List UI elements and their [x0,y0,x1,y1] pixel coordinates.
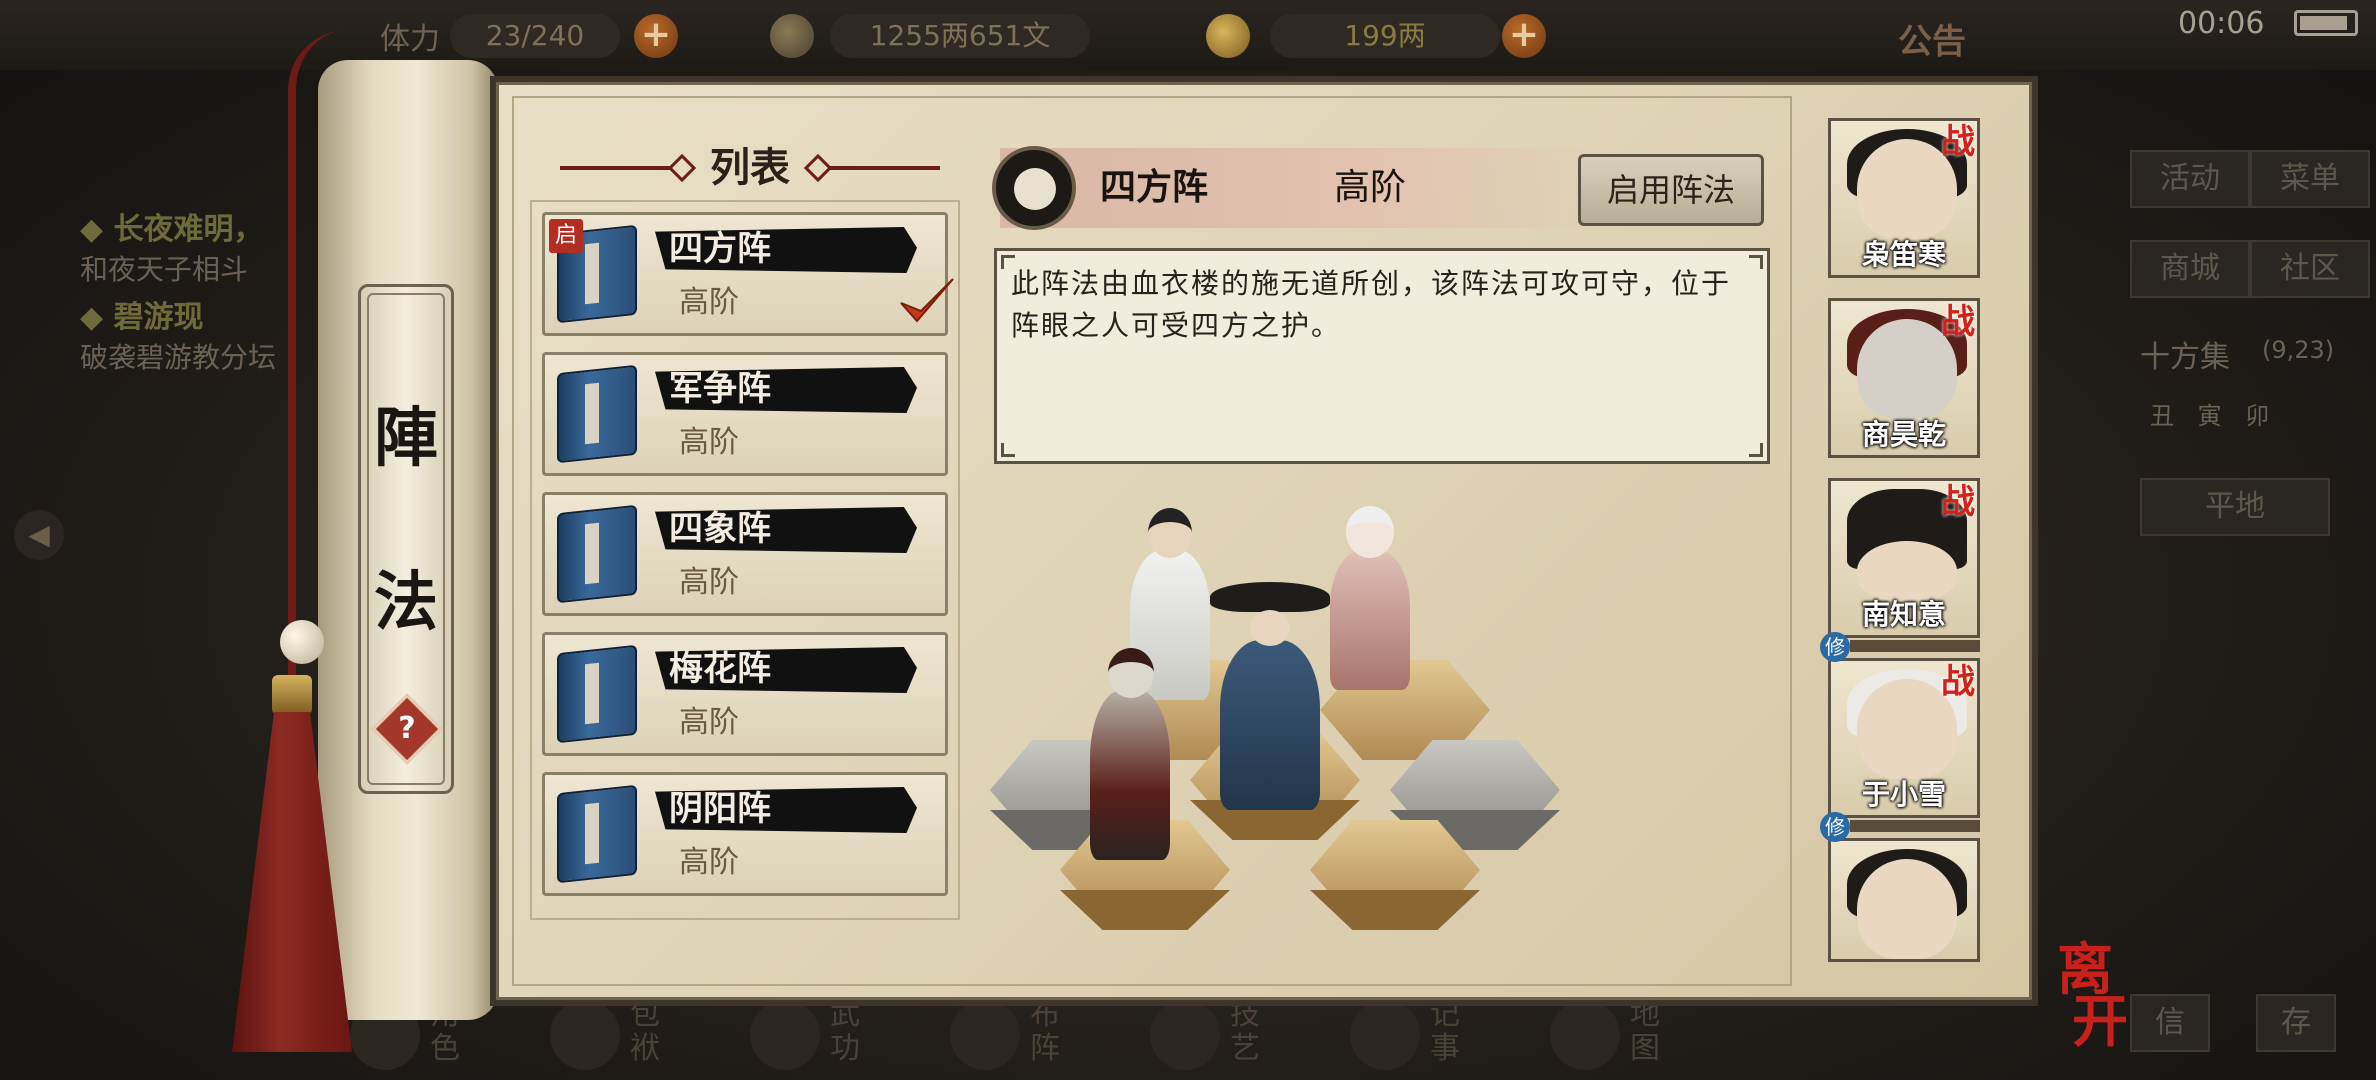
roster-name: 商昊乾 [1861,418,1946,451]
clock: 00:06 [2178,6,2265,41]
formation-name: 军争阵 [669,369,771,409]
money-value: 1255两651文 [830,14,1090,58]
formation-item-sixiang[interactable]: 四象阵 高阶 [542,492,948,616]
tassel-bead [280,620,324,664]
formation-list[interactable]: 启 四方阵 高阶 军争阵 高阶 四象阵 高阶 梅花阵 高阶 阴阳阵 高阶 [530,200,960,920]
roster-card[interactable]: 战 枭笛寒 [1828,118,1980,278]
notice-button[interactable]: 公告 [1898,14,1966,63]
battery-icon [2294,10,2358,36]
quest-desc-1: 和夜天子相斗 [80,253,249,286]
roster-list[interactable]: 战 枭笛寒 战 商昊乾 战 南知意 战 于小雪 [1828,118,1988,962]
battle-badge: 战 [1941,482,1975,522]
formation-rank: 高阶 [679,285,739,320]
tassel-cap [272,675,312,715]
time-row: 丑 寅 卯 [2150,402,2278,430]
nav-formation[interactable]: 布阵 [940,990,1080,1080]
list-header: 列表 [560,138,940,198]
bottom-nav: 角色 包袱 武功 布阵 技艺 记事 地图 [340,990,1790,1080]
stamina-label: 体力 [380,22,440,57]
mail-button[interactable]: 信 [2130,994,2210,1052]
slot-base [1310,890,1480,930]
manual-book-icon [557,784,637,884]
terrain-badge: 平地 [2140,478,2330,536]
nav-map[interactable]: 地图 [1540,990,1680,1080]
battle-badge: 战 [1941,302,1975,342]
manual-book-icon [557,644,637,744]
leave-button[interactable]: 离开 [2030,942,2140,1055]
leave-char: 开 [2072,989,2128,1055]
cultivate-badge: 修 [1820,812,1850,842]
nav-journal[interactable]: 记事 [1340,990,1480,1080]
add-stamina-button[interactable]: + [634,14,678,58]
collection-label: 十方集 [2140,340,2230,375]
formation-rank: 高阶 [679,845,739,880]
roster-card[interactable]: 战 于小雪 [1828,658,1980,818]
formation-item-meihua[interactable]: 梅花阵 高阶 [542,632,948,756]
cultivate-progress [1850,640,1980,652]
menu-button[interactable]: 菜单 [2250,150,2370,208]
gold-ingot-icon [1206,14,1250,58]
shop-button[interactable]: 商城 [2130,240,2250,298]
manual-book-icon [557,364,637,464]
manual-book-icon [557,504,637,604]
community-button[interactable]: 社区 [2250,240,2370,298]
quest-desc-2: 破袭碧游教分坛 [80,341,277,374]
save-button[interactable]: 存 [2256,994,2336,1052]
question-icon: ? [398,711,416,746]
description-box: 此阵法由血衣楼的施无道所创，该阵法可攻可守，位于阵眼之人可受四方之护。 [994,248,1770,464]
formation-name: 梅花阵 [669,649,771,689]
formation-rank: 高阶 [679,425,739,460]
roster-name: 枭笛寒 [1861,238,1946,271]
stamina-value: 23/240 [450,14,620,58]
quest-title-1: ◆ 长夜难明， [80,212,264,247]
detail-formation-rank: 高阶 [1334,167,1407,208]
formation-emblem-icon [992,146,1076,230]
formation-item-junzheng[interactable]: 军争阵 高阶 [542,352,948,476]
silver-icon [770,14,814,58]
formation-item-yinyang[interactable]: 阴阳阵 高阶 [542,772,948,896]
roster-card[interactable]: 战 南知意 [1828,478,1980,638]
collection-coords: (9,23) [2262,336,2335,364]
formation-item-sifang[interactable]: 启 四方阵 高阶 [542,212,954,336]
formation-description: 此阵法由血衣楼的施无道所创，该阵法可攻可守，位于阵眼之人可受四方之护。 [1011,267,1732,342]
nav-martial[interactable]: 武功 [740,990,880,1080]
nav-bag[interactable]: 包袱 [540,990,680,1080]
left-arrow-icon[interactable]: ◀ [14,510,64,560]
formation-name: 阴阳阵 [669,789,771,829]
formation-board[interactable] [980,480,1580,960]
detail-formation-name: 四方阵 [1100,167,1209,208]
cultivate-badge: 修 [1820,632,1850,662]
quest-title-2: ◆ 碧游现 [80,300,204,335]
battle-badge: 战 [1941,122,1975,162]
add-gold-button[interactable]: + [1502,14,1546,58]
formation-rank: 高阶 [679,705,739,740]
roster-card[interactable] [1828,838,1980,962]
activity-button[interactable]: 活动 [2130,150,2250,208]
formation-rank: 高阶 [679,565,739,600]
checkmark-icon [900,278,954,323]
scroll-title-char-1: 陣 [374,401,438,476]
list-title: 列表 [710,145,790,191]
formation-name: 四方阵 [669,229,771,269]
scroll-title-char-2: 法 [374,565,438,640]
roster-name: 南知意 [1861,598,1946,631]
slot-base [1060,890,1230,930]
leave-label: 离开 [2030,942,2140,1055]
roster-name: 于小雪 [1861,778,1946,811]
roster-card[interactable]: 战 商昊乾 [1828,298,1980,458]
formation-name: 四象阵 [669,509,771,549]
battle-badge: 战 [1941,662,1975,702]
activate-formation-button[interactable]: 启用阵法 [1578,154,1764,226]
nav-skill[interactable]: 技艺 [1140,990,1280,1080]
gold-value: 199两 [1270,14,1500,58]
active-badge: 启 [549,219,583,253]
cultivate-progress [1850,820,1980,832]
